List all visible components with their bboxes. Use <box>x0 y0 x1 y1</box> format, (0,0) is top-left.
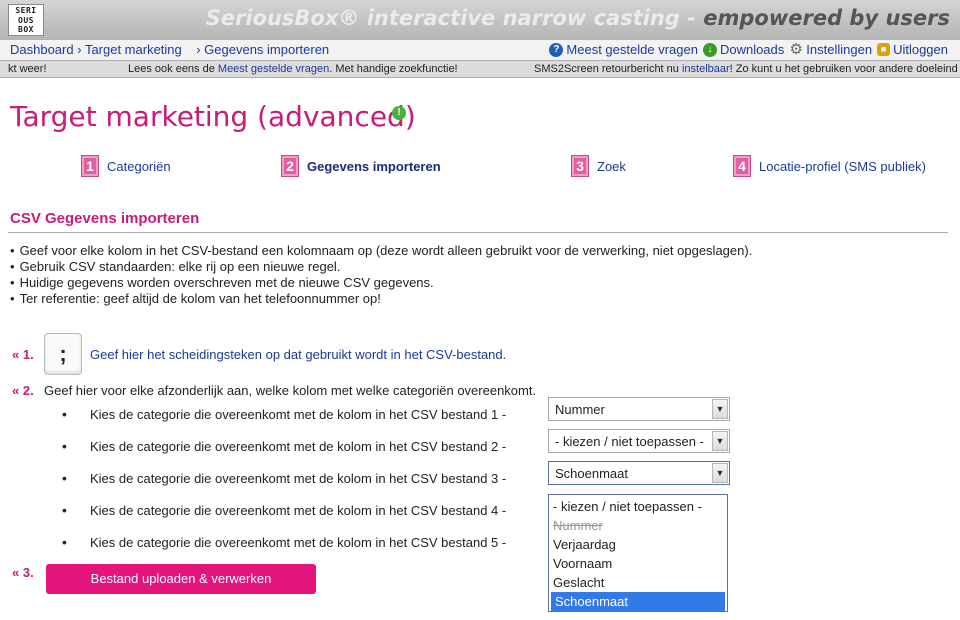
ticker-text: ! Zo kunt u het gebruiken voor andere do… <box>729 63 958 75</box>
help-icon: ? <box>549 42 564 57</box>
bullet: • <box>62 470 67 486</box>
category-select-1[interactable]: Nummer ▼ <box>548 397 730 421</box>
breadcrumb: Dashboard › Target marketing › Gegevens … <box>10 42 329 57</box>
step-number: 4 <box>733 155 751 177</box>
category-select-3[interactable]: Schoenmaat ▼ <box>548 461 730 485</box>
dropdown-option[interactable]: Voornaam <box>549 554 727 573</box>
mapping-row-3: • Kies de categorie die overeenkomt met … <box>62 461 742 486</box>
dropdown-option[interactable]: Verjaardag <box>549 535 727 554</box>
info-icon[interactable]: ! <box>392 106 406 120</box>
step-number: 2 <box>281 155 299 177</box>
step-categorien[interactable]: 1 Categoriën <box>81 155 171 177</box>
download-icon: ↓ <box>702 42 717 57</box>
bullet: • <box>62 534 67 550</box>
step-3-marker: « 3. <box>12 565 34 580</box>
mapping-label: Kies de categorie die overeenkomt met de… <box>90 470 507 486</box>
downloads-link-label: Downloads <box>719 42 785 57</box>
chevron-down-icon[interactable]: ▼ <box>712 399 728 419</box>
ticker-text: SMS2Screen retourbericht nu <box>534 63 682 75</box>
step-number: 1 <box>81 155 99 177</box>
step-2-marker: « 2. <box>12 383 34 398</box>
step-label: Categoriën <box>107 158 171 174</box>
category-select-2[interactable]: - kiezen / niet toepassen - ▼ <box>548 429 730 453</box>
instruction-item: Ter referentie: geef altijd de kolom van… <box>10 291 752 307</box>
header-banner: SERI OUS BOX SeriousBox® interactive nar… <box>0 0 960 40</box>
select-value: Nummer <box>555 402 605 417</box>
page-title: Target marketing (advanced) <box>10 100 416 133</box>
logo-line-3: BOX <box>18 25 34 34</box>
mapping-label: Kies de categorie die overeenkomt met de… <box>90 534 507 550</box>
mapping-label: Kies de categorie die overeenkomt met de… <box>90 502 507 518</box>
banner-title-accent: empowered by users <box>703 6 950 30</box>
ticker-instelbaar-link[interactable]: instelbaar <box>682 63 730 75</box>
mapping-label: Kies de categorie die overeenkomt met de… <box>90 438 507 454</box>
step-number: 3 <box>571 155 589 177</box>
banner-title: SeriousBox® interactive narrow casting -… <box>206 6 950 30</box>
wizard-steps: 1 Categoriën 2 Gegevens importeren 3 Zoek 4… <box>0 155 960 179</box>
step-label: Gegevens importeren <box>307 158 441 174</box>
form-step-3: « 3. <box>12 565 44 580</box>
instruction-item: Gebruik CSV standaarden: elke rij op een… <box>10 259 752 275</box>
step-gegevens-importeren[interactable]: 2 Gegevens importeren <box>281 155 441 177</box>
step-locatie-profiel[interactable]: 4 Locatie-profiel (SMS publiek) <box>733 155 926 177</box>
ticker-part-1: kt weer! <box>8 63 47 75</box>
form-step-2: « 2. Geef hier voor elke afzonderlijk aa… <box>12 383 536 398</box>
separator-instruction: Geef hier het scheidingsteken op dat geb… <box>90 346 507 362</box>
settings-link-label: Instellingen <box>806 42 873 57</box>
ticker-faq-link[interactable]: Meest gestelde vragen <box>218 63 329 75</box>
breadcrumb-separator: › <box>181 42 205 57</box>
select-value: - kiezen / niet toepassen - <box>555 434 704 449</box>
bullet: • <box>62 406 67 422</box>
mapping-row-1: • Kies de categorie die overeenkomt met … <box>62 397 742 422</box>
chevron-down-icon[interactable]: ▼ <box>712 463 728 483</box>
breadcrumb-dashboard[interactable]: Dashboard <box>10 42 74 57</box>
bullet: • <box>62 438 67 454</box>
upload-process-button[interactable]: Bestand uploaden & verwerken <box>46 564 316 594</box>
breadcrumb-gegevens-importeren[interactable]: Gegevens importeren <box>204 42 329 57</box>
settings-link[interactable]: ⚙ Instellingen <box>789 40 873 58</box>
dropdown-option-disabled: Nummer <box>553 518 603 533</box>
bullet: • <box>62 502 67 518</box>
dropdown-option[interactable]: Geslacht <box>549 573 727 592</box>
breadcrumb-target-marketing[interactable]: Target marketing <box>85 42 182 57</box>
seriousbox-logo[interactable]: SERI OUS BOX <box>8 4 44 36</box>
mapping-label: Kies de categorie die overeenkomt met de… <box>90 406 507 422</box>
mapping-row-2: • Kies de categorie die overeenkomt met … <box>62 429 742 454</box>
breadcrumb-separator: › <box>73 42 85 57</box>
gear-icon: ⚙ <box>789 40 803 58</box>
instruction-item: Huidige gegevens worden overschreven met… <box>10 275 752 291</box>
dropdown-option[interactable]: - kiezen / niet toepassen - <box>549 497 727 516</box>
step-label: Locatie-profiel (SMS publiek) <box>759 158 926 174</box>
faq-link[interactable]: ? Meest gestelde vragen <box>549 42 698 57</box>
dropdown-option-selected[interactable]: Schoenmaat <box>551 592 725 611</box>
ticker-text: . Met handige zoekfunctie! <box>329 63 458 75</box>
logout-link[interactable]: ■ Uitloggen <box>877 42 948 57</box>
section-divider <box>8 232 948 233</box>
ticker-part-3: SMS2Screen retourbericht nu instelbaar! … <box>534 63 958 75</box>
chevron-down-icon[interactable]: ▼ <box>712 431 728 451</box>
lock-icon: ■ <box>877 43 891 56</box>
section-title: CSV Gegevens importeren <box>10 210 200 227</box>
navigation-bar: Dashboard › Target marketing › Gegevens … <box>0 40 960 60</box>
step-zoek[interactable]: 3 Zoek <box>571 155 626 177</box>
ticker-text: Lees ook eens de <box>128 63 218 75</box>
faq-link-label: Meest gestelde vragen <box>566 42 698 57</box>
ticker-part-2: Lees ook eens de Meest gestelde vragen. … <box>128 63 458 75</box>
banner-title-main: SeriousBox® interactive narrow casting - <box>205 6 704 30</box>
form-step-1: « 1. ; Geef hier het scheidingsteken op … <box>12 333 506 375</box>
instruction-item: Geef voor elke kolom in het CSV-bestand … <box>10 243 753 259</box>
category-dropdown-list: - kiezen / niet toepassen - Nummer Verja… <box>548 494 728 612</box>
select-value: Schoenmaat <box>555 466 628 481</box>
top-links: ? Meest gestelde vragen ↓ Downloads ⚙ Inste… <box>549 42 948 57</box>
downloads-link[interactable]: ↓ Downloads <box>702 42 785 57</box>
news-ticker: kt weer! Lees ook eens de Meest gestelde… <box>0 60 960 78</box>
step-1-marker: « 1. <box>12 346 34 362</box>
logout-link-label: Uitloggen <box>893 42 948 57</box>
separator-input[interactable]: ; <box>44 333 82 375</box>
mapping-instruction: Geef hier voor elke afzonderlijk aan, we… <box>44 383 537 398</box>
instructions-list: Geef voor elke kolom in het CSV-bestand … <box>10 243 753 307</box>
logo-line-1: SERI <box>15 6 37 15</box>
logo-line-2: OUS <box>18 15 34 25</box>
step-label: Zoek <box>597 158 626 174</box>
